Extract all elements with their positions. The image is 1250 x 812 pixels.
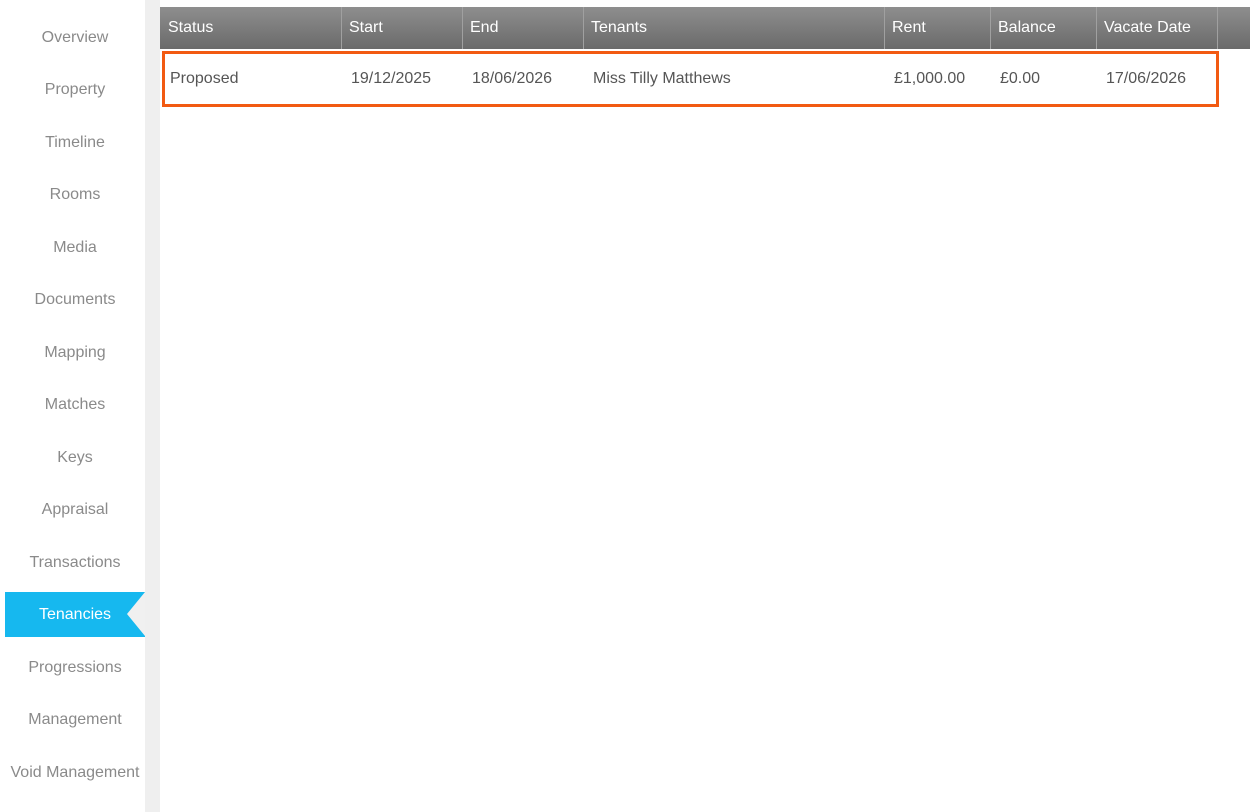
tenancies-panel: Status Start End Tenants Rent Balance Va… bbox=[160, 0, 1250, 812]
sidebar-item-label: Rooms bbox=[49, 185, 101, 203]
sidebar-item-label: Tenancies bbox=[38, 605, 112, 623]
column-header-label: Vacate Date bbox=[1104, 19, 1191, 36]
sidebar-item-progressions[interactable]: Progressions bbox=[5, 645, 145, 690]
column-header-balance[interactable]: Balance bbox=[990, 7, 1097, 49]
column-header-label: Balance bbox=[998, 19, 1056, 36]
column-header-label: Status bbox=[168, 19, 214, 36]
sidebar-divider bbox=[145, 0, 160, 812]
sidebar-item-matches[interactable]: Matches bbox=[5, 382, 145, 427]
sidebar-item-label: Progressions bbox=[28, 658, 122, 676]
sidebar-item-label: Appraisal bbox=[41, 500, 109, 518]
sidebar-item-appraisal[interactable]: Appraisal bbox=[5, 487, 145, 532]
sidebar-item-label: Timeline bbox=[45, 133, 105, 151]
sidebar-item-label: Keys bbox=[57, 448, 93, 466]
sidebar-item-keys[interactable]: Keys bbox=[5, 435, 145, 480]
sidebar-item-rooms[interactable]: Rooms bbox=[5, 172, 145, 217]
sidebar-item-label: Transactions bbox=[29, 553, 121, 571]
column-header-label: Rent bbox=[892, 19, 926, 36]
cell-tenants: Miss Tilly Matthews bbox=[593, 70, 731, 87]
sidebar-item-label: Management bbox=[28, 710, 122, 728]
sidebar-item-management[interactable]: Management bbox=[5, 697, 145, 742]
sidebar-item-void-management[interactable]: Void Management bbox=[0, 750, 150, 795]
cell-status: Proposed bbox=[170, 70, 239, 87]
sidebar-item-label: Matches bbox=[44, 395, 106, 413]
column-header-label: Tenants bbox=[591, 19, 648, 36]
sidebar-item-transactions[interactable]: Transactions bbox=[5, 540, 145, 585]
column-header-start[interactable]: Start bbox=[341, 7, 463, 49]
column-header-label: Start bbox=[349, 19, 383, 36]
column-header-rent[interactable]: Rent bbox=[884, 7, 991, 49]
sidebar-item-property[interactable]: Property bbox=[5, 67, 145, 112]
cell-end: 18/06/2026 bbox=[472, 70, 553, 87]
sidebar-item-documents[interactable]: Documents bbox=[5, 277, 145, 322]
sidebar-item-tenancies[interactable]: Tenancies bbox=[5, 592, 145, 637]
sidebar-item-label: Property bbox=[44, 80, 106, 98]
sidebar-item-media[interactable]: Media bbox=[5, 225, 145, 270]
sidebar-item-label: Media bbox=[53, 238, 97, 256]
table-row[interactable]: Proposed 19/12/2025 18/06/2026 Miss Till… bbox=[162, 51, 1219, 107]
table-header: Status Start End Tenants Rent Balance Va… bbox=[160, 7, 1250, 49]
column-header-status[interactable]: Status bbox=[160, 7, 342, 49]
cell-start: 19/12/2025 bbox=[351, 70, 432, 87]
cell-balance: £0.00 bbox=[1000, 70, 1041, 87]
column-header-end[interactable]: End bbox=[462, 7, 584, 49]
active-indicator bbox=[127, 592, 145, 636]
sidebar-item-overview[interactable]: Overview bbox=[5, 15, 145, 60]
column-header-tenants[interactable]: Tenants bbox=[583, 7, 885, 49]
sidebar-item-label: Documents bbox=[34, 290, 116, 308]
sidebar-item-label: Mapping bbox=[44, 343, 106, 361]
sidebar-item-label: Overview bbox=[41, 28, 109, 46]
cell-vacate-date: 17/06/2026 bbox=[1106, 70, 1187, 87]
sidebar: Overview Property Timeline Rooms Media D… bbox=[0, 0, 145, 812]
column-header-vacate-date[interactable]: Vacate Date bbox=[1096, 7, 1218, 49]
sidebar-item-label: Void Management bbox=[10, 763, 140, 781]
cell-rent: £1,000.00 bbox=[894, 70, 966, 87]
sidebar-item-mapping[interactable]: Mapping bbox=[5, 330, 145, 375]
sidebar-item-timeline[interactable]: Timeline bbox=[5, 120, 145, 165]
column-header-label: End bbox=[470, 19, 499, 36]
